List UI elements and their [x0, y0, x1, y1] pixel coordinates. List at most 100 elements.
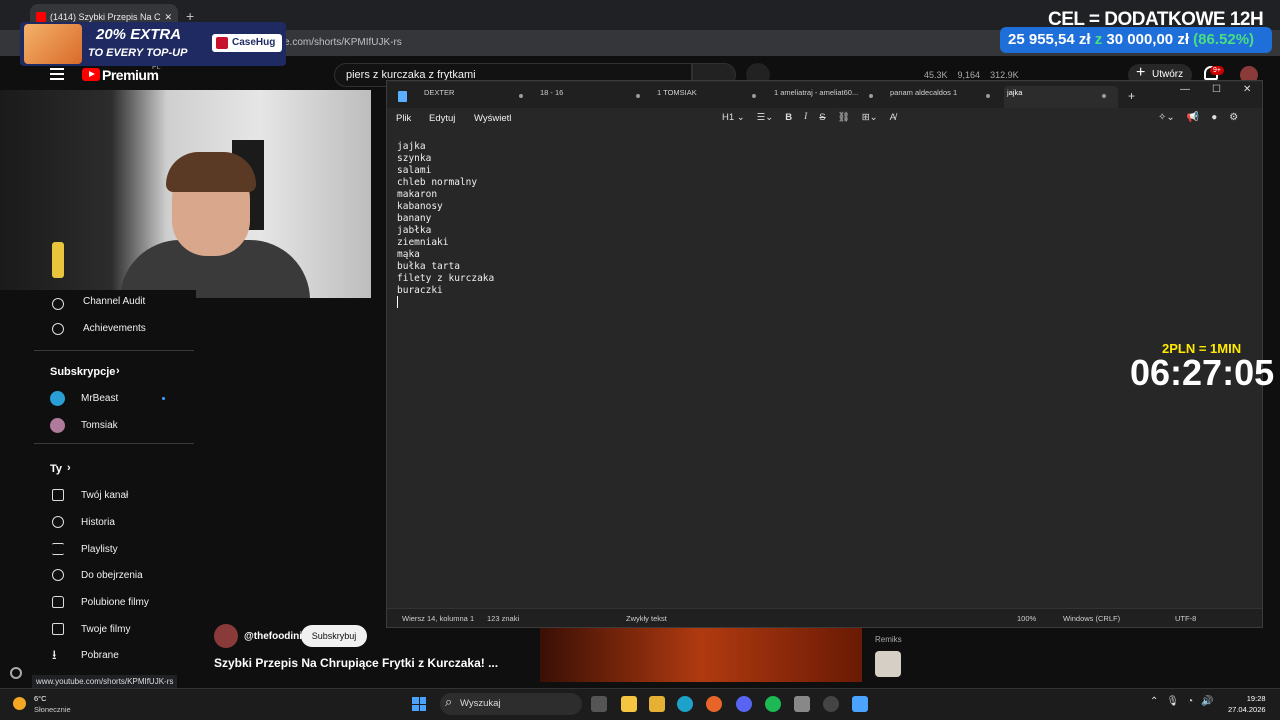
unsaved-dot-icon[interactable] — [869, 94, 873, 98]
notepad-text-area[interactable]: jajka szynka salami chleb normalny makar… — [397, 141, 494, 297]
maximize-icon[interactable]: ☐ — [1212, 84, 1221, 95]
weather-temp[interactable]: 6°C — [34, 694, 47, 703]
tab-ameliatraj[interactable]: 1 ameliatraj - ameliat60... — [774, 88, 860, 97]
edge-icon[interactable] — [677, 696, 693, 712]
weather-sun-icon[interactable] — [13, 697, 26, 710]
bold-icon[interactable]: B — [785, 112, 792, 123]
strikethrough-icon[interactable]: S — [819, 112, 825, 123]
obs-icon[interactable] — [823, 696, 839, 712]
remix-label: Remiks — [875, 635, 902, 644]
system-tray: ⌃ 🎙 ◔ 🔊 — [1150, 696, 1214, 707]
sidebar-item-tomsiak[interactable]: Tomsiak — [81, 420, 118, 431]
discord-icon[interactable] — [736, 696, 752, 712]
ad-headline: 20% EXTRA — [96, 26, 182, 43]
short-video-frame[interactable] — [540, 628, 862, 682]
folder-icon[interactable] — [649, 696, 665, 712]
you-header[interactable]: Ty — [50, 463, 62, 475]
weather-desc[interactable]: Słonecznie — [34, 705, 71, 714]
windows-start-icon[interactable] — [412, 697, 426, 711]
divider — [34, 350, 194, 351]
sidebar-item-your-videos[interactable]: Twoje filmy — [81, 624, 130, 635]
list-icon[interactable]: ☰⌄ — [757, 112, 773, 123]
remix-thumbnail[interactable] — [875, 651, 901, 677]
menu-edit[interactable]: Edytuj — [429, 113, 455, 124]
channel-name[interactable]: @thefoodini — [244, 631, 302, 642]
taskbar-search[interactable]: Wyszukaj — [440, 693, 582, 715]
status-format[interactable]: Zwykły tekst — [626, 614, 667, 623]
sidebar-item-watch-later[interactable]: Do obejrzenia — [81, 570, 143, 581]
achievements-icon — [52, 323, 64, 335]
youtube-logo-text[interactable]: Premium — [102, 67, 159, 83]
copilot-icon[interactable]: ✧⌄ — [1158, 112, 1175, 123]
menu-icon[interactable] — [50, 68, 64, 80]
firefox-icon[interactable] — [706, 696, 722, 712]
megaphone-icon[interactable]: 📢 — [1187, 112, 1199, 123]
notification-badge: 9+ — [1210, 66, 1224, 75]
unsaved-dot-icon[interactable] — [636, 94, 640, 98]
subscribe-button[interactable]: Subskrybuj — [301, 625, 367, 647]
volume-icon[interactable]: 🔊 — [1201, 696, 1213, 707]
tab-jajka[interactable]: jajka — [1007, 88, 1022, 97]
spotify-icon[interactable] — [765, 696, 781, 712]
notepad-right-tools: ✧⌄ 📢 ● ⚙ — [1158, 112, 1238, 123]
menu-view[interactable]: Wyświetl — [474, 113, 511, 124]
notepad-taskbar-icon[interactable] — [852, 696, 868, 712]
file-explorer-icon[interactable] — [621, 696, 637, 712]
playlist-icon — [52, 543, 64, 555]
short-title[interactable]: Szybki Przepis Na Chrupiące Frytki z Kur… — [214, 656, 498, 670]
subathon-timer: 06:27:05 — [1130, 352, 1275, 393]
chevron-right-icon[interactable]: › — [67, 462, 71, 474]
youtube-sidebar: Channel Audit Achievements Subskrypcje ›… — [0, 290, 196, 670]
status-zoom: 100% — [1017, 614, 1037, 623]
avatar[interactable] — [214, 624, 238, 648]
divider — [34, 443, 194, 444]
minimize-icon[interactable]: — — [1180, 84, 1190, 95]
unsaved-dot-icon[interactable] — [752, 94, 756, 98]
chevron-right-icon[interactable]: › — [116, 365, 120, 377]
italic-icon[interactable]: I — [804, 112, 807, 123]
task-view-icon[interactable] — [591, 696, 607, 712]
table-icon[interactable]: ⊞⌄ — [862, 112, 878, 123]
unsaved-dot-icon[interactable] — [986, 94, 990, 98]
settings-gear-icon[interactable] — [10, 667, 22, 679]
subscriptions-header[interactable]: Subskrypcje — [50, 366, 115, 378]
extension-stats: 45.3K 9,164 312.9K — [924, 70, 1019, 80]
taskbar-clock[interactable]: 19:28 27.04.2026 — [1228, 693, 1266, 715]
avatar — [50, 391, 65, 406]
gear-icon[interactable]: ⚙ — [1229, 112, 1238, 123]
chevron-up-icon[interactable]: ⌃ — [1150, 696, 1158, 707]
sidebar-item-mrbeast[interactable]: MrBeast — [81, 393, 118, 404]
sidebar-item-downloads[interactable]: Pobrane — [81, 650, 119, 661]
stat-likes: 9,164 — [957, 70, 981, 80]
heading-select[interactable]: H1 ⌄ — [722, 112, 745, 123]
sidebar-item-channel-audit[interactable]: Channel Audit — [83, 296, 145, 307]
sidebar-item-achievements[interactable]: Achievements — [83, 323, 146, 334]
network-icon[interactable]: ◔ — [1187, 696, 1193, 707]
address-bar-url[interactable]: e.com/shorts/KPMIfUJK-rs — [284, 37, 402, 48]
tab-dexter[interactable]: DEXTER — [424, 88, 454, 97]
status-char-count: 123 znaki — [487, 614, 520, 623]
tab-18-16[interactable]: 18 - 16 — [540, 88, 563, 97]
tab-panam[interactable]: panam aldecaldos 1 — [890, 88, 957, 97]
sidebar-item-history[interactable]: Historia — [81, 517, 115, 528]
notepad-app-icon — [398, 91, 407, 102]
unsaved-dot-icon[interactable] — [1102, 94, 1106, 98]
close-icon[interactable]: ✕ — [1243, 84, 1251, 95]
new-tab-icon[interactable]: + — [1128, 89, 1135, 103]
menu-file[interactable]: Plik — [396, 113, 411, 124]
mic-icon[interactable]: 🎙 — [1166, 696, 1179, 707]
close-tab-icon[interactable]: ✕ — [164, 12, 172, 23]
tab-tomsiak[interactable]: 1 TOMSIAK — [657, 88, 697, 97]
history-icon — [52, 516, 64, 528]
account-icon[interactable]: ● — [1211, 112, 1217, 123]
clear-format-icon[interactable]: A̸ — [890, 112, 896, 123]
stat-subs: 312.9K — [990, 70, 1019, 80]
settings-icon[interactable] — [794, 696, 810, 712]
sidebar-item-playlists[interactable]: Playlisty — [81, 544, 118, 555]
ad-banner[interactable]: 20% EXTRA TO EVERY TOP-UP CaseHug — [20, 22, 286, 66]
unsaved-dot-icon[interactable] — [519, 94, 523, 98]
link-icon[interactable]: ⛓ — [838, 112, 850, 123]
sidebar-item-your-channel[interactable]: Twój kanał — [81, 490, 128, 501]
youtube-logo-icon[interactable] — [82, 68, 100, 81]
sidebar-item-liked[interactable]: Polubione filmy — [81, 597, 149, 608]
